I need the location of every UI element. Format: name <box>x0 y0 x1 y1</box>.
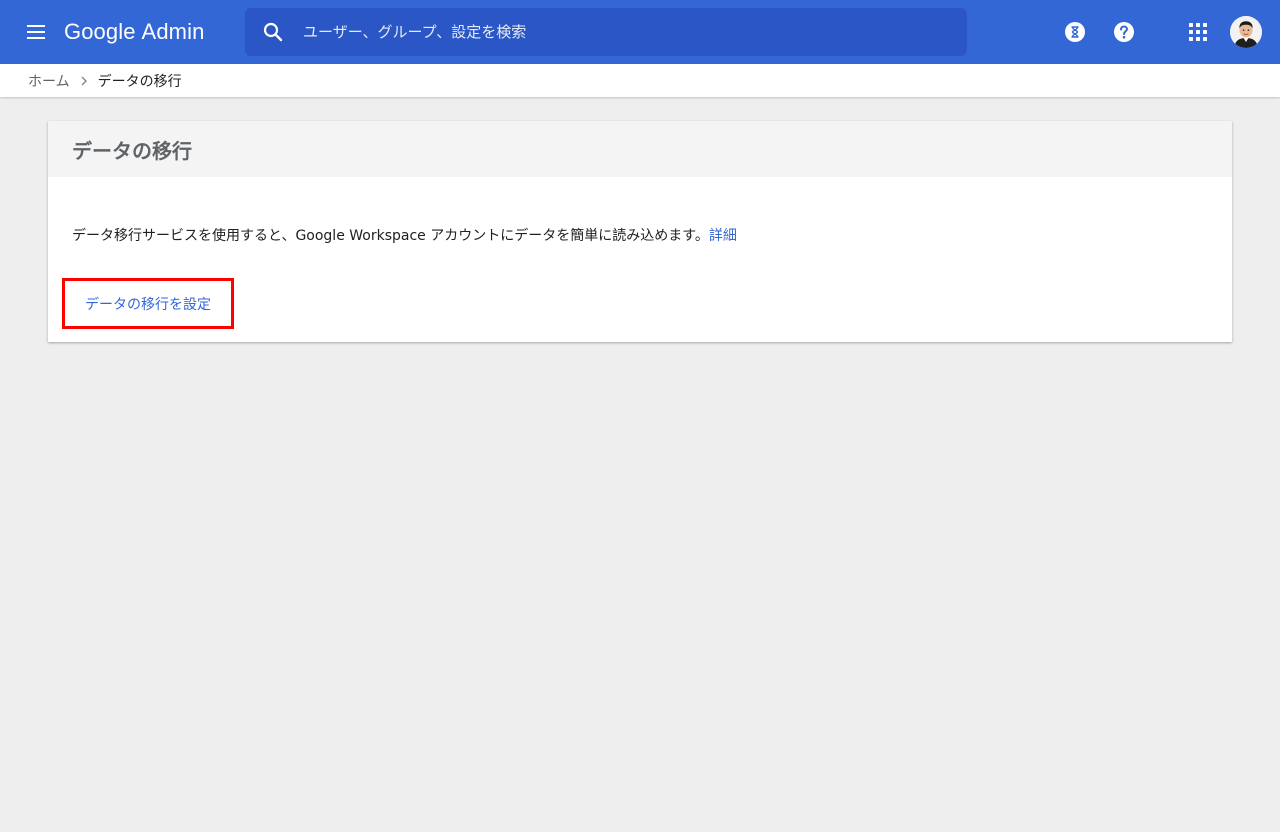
card-header: データの移行 <box>48 121 1232 177</box>
search-icon[interactable] <box>245 8 301 56</box>
chevron-right-icon <box>80 76 88 86</box>
search-bar <box>245 8 967 56</box>
menu-icon[interactable] <box>20 16 52 48</box>
avatar[interactable] <box>1230 16 1262 48</box>
page-title: データの移行 <box>72 138 192 163</box>
help-icon[interactable] <box>1108 16 1140 48</box>
setup-migration-button[interactable]: データの移行を設定 <box>81 288 215 320</box>
search-input[interactable] <box>301 8 967 56</box>
apps-grid-icon[interactable] <box>1182 16 1214 48</box>
description-text: データ移行サービスを使用すると、Google Workspace アカウントにデ… <box>72 228 709 244</box>
data-migration-card: データの移行 データ移行サービスを使用すると、Google Workspace … <box>48 121 1232 342</box>
breadcrumb-current: データの移行 <box>97 73 182 90</box>
details-link[interactable]: 詳細 <box>709 228 737 244</box>
card-description: データ移行サービスを使用すると、Google Workspace アカウントにデ… <box>72 225 737 245</box>
google-admin-logo[interactable]: Google Admin <box>64 18 204 46</box>
breadcrumb-home[interactable]: ホーム <box>28 71 70 91</box>
logo-product: Admin <box>141 19 205 44</box>
logo-brand: Google <box>64 19 136 44</box>
hourglass-icon[interactable] <box>1059 16 1091 48</box>
setup-button-highlight: データの移行を設定 <box>62 278 234 329</box>
top-app-bar: Google Admin <box>0 0 1280 64</box>
breadcrumb: ホーム データの移行 <box>0 64 1280 97</box>
